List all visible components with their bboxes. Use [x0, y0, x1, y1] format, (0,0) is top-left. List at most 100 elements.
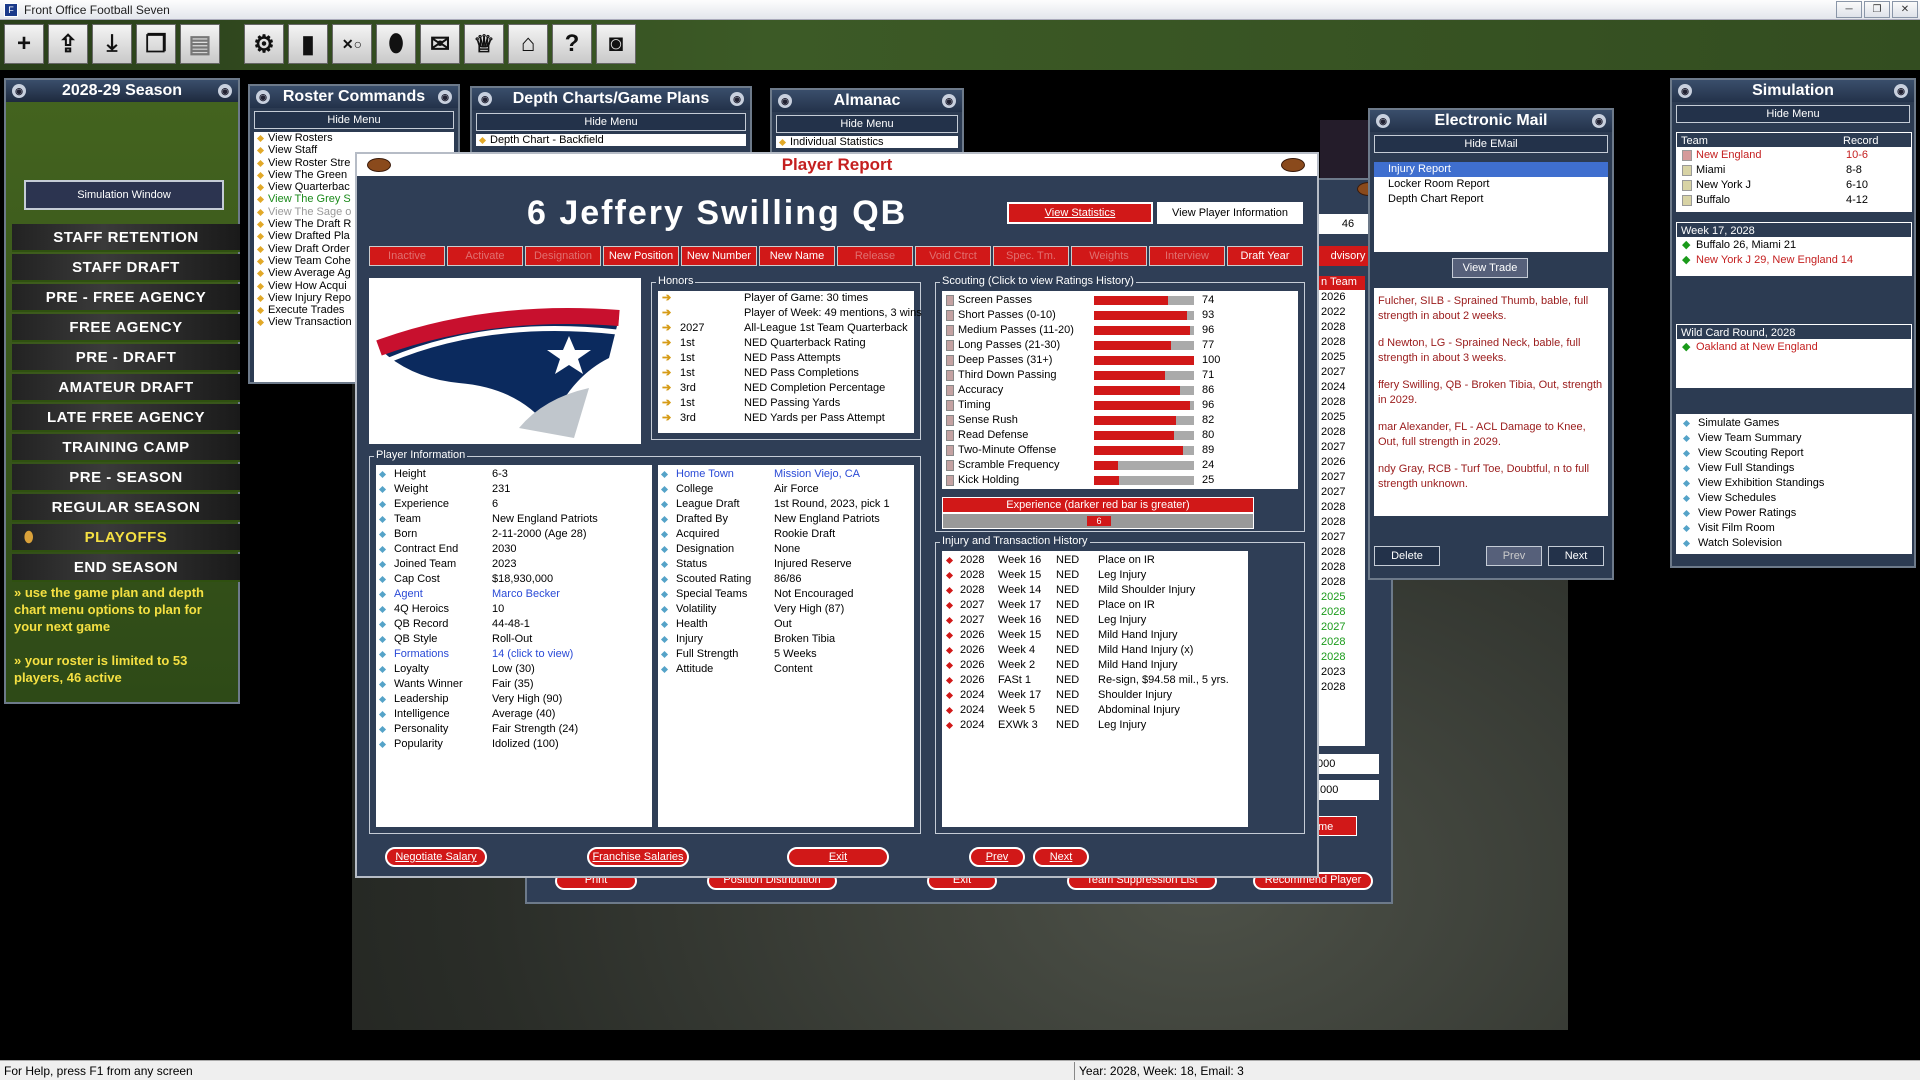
- football-icon[interactable]: ◉: [256, 90, 270, 104]
- menu-team-summary[interactable]: View Team Summary: [1676, 431, 1912, 446]
- menu-scouting-report[interactable]: View Scouting Report: [1676, 446, 1912, 461]
- info-key[interactable]: Formations: [394, 647, 449, 662]
- trophy-icon[interactable]: ♕: [464, 24, 504, 64]
- stage-staff-retention[interactable]: STAFF RETENTION: [12, 224, 240, 252]
- stadium-icon[interactable]: ⌂: [508, 24, 548, 64]
- menu-full-standings[interactable]: View Full Standings: [1676, 461, 1912, 476]
- email-prev-button[interactable]: Prev: [1486, 546, 1542, 566]
- email-hide-button[interactable]: Hide EMail: [1374, 135, 1608, 153]
- football-icon[interactable]: ◉: [438, 90, 452, 104]
- new-number-button[interactable]: New Number: [681, 246, 757, 266]
- football-icon[interactable]: ◉: [1678, 84, 1692, 98]
- release-button[interactable]: Release: [837, 246, 913, 266]
- next-button[interactable]: Next: [1033, 847, 1089, 867]
- email-item-injury-report[interactable]: Injury Report: [1374, 162, 1608, 177]
- depth-hide-menu-button[interactable]: Hide Menu: [476, 113, 746, 131]
- football-icon[interactable]: [1281, 158, 1305, 172]
- almanac-hide-menu-button[interactable]: Hide Menu: [776, 115, 958, 133]
- document-icon[interactable]: ▤: [180, 24, 220, 64]
- scouting-row[interactable]: Timing 96: [942, 398, 1298, 413]
- camera-icon[interactable]: ◙: [596, 24, 636, 64]
- void-contract-button[interactable]: Void Ctrct: [915, 246, 991, 266]
- scouting-row[interactable]: Accuracy 86: [942, 383, 1298, 398]
- football-icon[interactable]: ◉: [1592, 114, 1606, 128]
- football-icon[interactable]: ◉: [218, 84, 232, 98]
- designation-button[interactable]: Designation: [525, 246, 601, 266]
- stage-regular-season[interactable]: REGULAR SEASON: [12, 494, 240, 522]
- upload-icon[interactable]: ⇪: [48, 24, 88, 64]
- special-teams-button[interactable]: Spec. Tm.: [993, 246, 1069, 266]
- activate-button[interactable]: Activate: [447, 246, 523, 266]
- weights-button[interactable]: Weights: [1071, 246, 1147, 266]
- football-icon[interactable]: ◉: [778, 94, 792, 108]
- franchise-salaries-button[interactable]: Franchise Salaries: [587, 847, 689, 867]
- stage-free-agency[interactable]: FREE AGENCY: [12, 314, 240, 342]
- roster-hide-menu-button[interactable]: Hide Menu: [254, 111, 454, 129]
- help-icon[interactable]: ?: [552, 24, 592, 64]
- mail-icon[interactable]: ✉: [420, 24, 460, 64]
- scouting-row[interactable]: Long Passes (21-30) 77: [942, 338, 1298, 353]
- scouting-row[interactable]: Kick Holding 25: [942, 473, 1298, 488]
- playbook-icon[interactable]: ✕○: [332, 24, 372, 64]
- menu-solevision[interactable]: Watch Solevision: [1676, 536, 1912, 551]
- stage-pre-draft[interactable]: PRE - DRAFT: [12, 344, 240, 372]
- info-value[interactable]: Marco Becker: [492, 587, 560, 602]
- inactive-button[interactable]: Inactive: [369, 246, 445, 266]
- menu-item[interactable]: Individual Statistics: [776, 136, 958, 148]
- info-value[interactable]: 14 (click to view): [492, 647, 573, 662]
- new-name-button[interactable]: New Name: [759, 246, 835, 266]
- football-icon[interactable]: ⬮: [376, 24, 416, 64]
- football-icon[interactable]: [367, 158, 391, 172]
- scouting-label[interactable]: Scouting (Click to view Ratings History): [940, 275, 1136, 287]
- football-icon[interactable]: ◉: [1894, 84, 1908, 98]
- scouting-row[interactable]: Scramble Frequency 24: [942, 458, 1298, 473]
- stage-staff-draft[interactable]: STAFF DRAFT: [12, 254, 240, 282]
- info-key[interactable]: Agent: [394, 587, 423, 602]
- stage-pre-season[interactable]: PRE - SEASON: [12, 464, 240, 492]
- email-item-locker-room[interactable]: Locker Room Report: [1374, 177, 1608, 192]
- scouting-row[interactable]: Read Defense 80: [942, 428, 1298, 443]
- clipboard-icon[interactable]: ▮: [288, 24, 328, 64]
- menu-film-room[interactable]: Visit Film Room: [1676, 521, 1912, 536]
- view-statistics-button[interactable]: View Statistics: [1007, 202, 1153, 224]
- football-icon[interactable]: ◉: [942, 94, 956, 108]
- scouting-row[interactable]: Third Down Passing 71: [942, 368, 1298, 383]
- simulation-window-button[interactable]: Simulation Window: [24, 180, 224, 210]
- stage-playoffs[interactable]: ⬮ PLAYOFFS: [12, 524, 240, 552]
- view-player-information-button[interactable]: View Player Information: [1157, 202, 1303, 224]
- info-key[interactable]: Home Town: [676, 467, 734, 482]
- view-trade-button[interactable]: View Trade: [1452, 258, 1528, 278]
- info-value[interactable]: Mission Viejo, CA: [774, 467, 860, 482]
- prev-button[interactable]: Prev: [969, 847, 1025, 867]
- stage-amateur-draft[interactable]: AMATEUR DRAFT: [12, 374, 240, 402]
- scouting-row[interactable]: Sense Rush 82: [942, 413, 1298, 428]
- download-icon[interactable]: ⤓: [92, 24, 132, 64]
- scouting-list[interactable]: Screen Passes 74 Short Passes (0-10) 93 Medi…: [942, 291, 1298, 489]
- scouting-row[interactable]: Deep Passes (31+) 100: [942, 353, 1298, 368]
- menu-item[interactable]: View Rosters: [254, 132, 454, 144]
- gear-icon[interactable]: ⚙: [244, 24, 284, 64]
- stage-pre-free-agency[interactable]: PRE - FREE AGENCY: [12, 284, 240, 312]
- football-icon[interactable]: ◉: [1376, 114, 1390, 128]
- menu-exhibition-standings[interactable]: View Exhibition Standings: [1676, 476, 1912, 491]
- football-icon[interactable]: ◉: [12, 84, 26, 98]
- plus-icon[interactable]: +: [4, 24, 44, 64]
- maximize-button[interactable]: ❐: [1864, 1, 1890, 18]
- copy-icon[interactable]: ❐: [136, 24, 176, 64]
- scouting-row[interactable]: Medium Passes (11-20) 96: [942, 323, 1298, 338]
- stage-late-free-agency[interactable]: LATE FREE AGENCY: [12, 404, 240, 432]
- menu-schedules[interactable]: View Schedules: [1676, 491, 1912, 506]
- new-position-button[interactable]: New Position: [603, 246, 679, 266]
- close-button[interactable]: ✕: [1892, 1, 1918, 18]
- email-delete-button[interactable]: Delete: [1374, 546, 1440, 566]
- negotiate-salary-button[interactable]: Negotiate Salary: [385, 847, 487, 867]
- email-item-depth-chart[interactable]: Depth Chart Report: [1374, 192, 1608, 207]
- email-next-button[interactable]: Next: [1548, 546, 1604, 566]
- scouting-row[interactable]: Short Passes (0-10) 93: [942, 308, 1298, 323]
- menu-power-ratings[interactable]: View Power Ratings: [1676, 506, 1912, 521]
- behind-button[interactable]: me: [1317, 816, 1357, 836]
- football-icon[interactable]: ◉: [730, 92, 744, 106]
- football-icon[interactable]: ◉: [478, 92, 492, 106]
- draft-year-button[interactable]: Draft Year: [1227, 246, 1303, 266]
- scouting-row[interactable]: Two-Minute Offense 89: [942, 443, 1298, 458]
